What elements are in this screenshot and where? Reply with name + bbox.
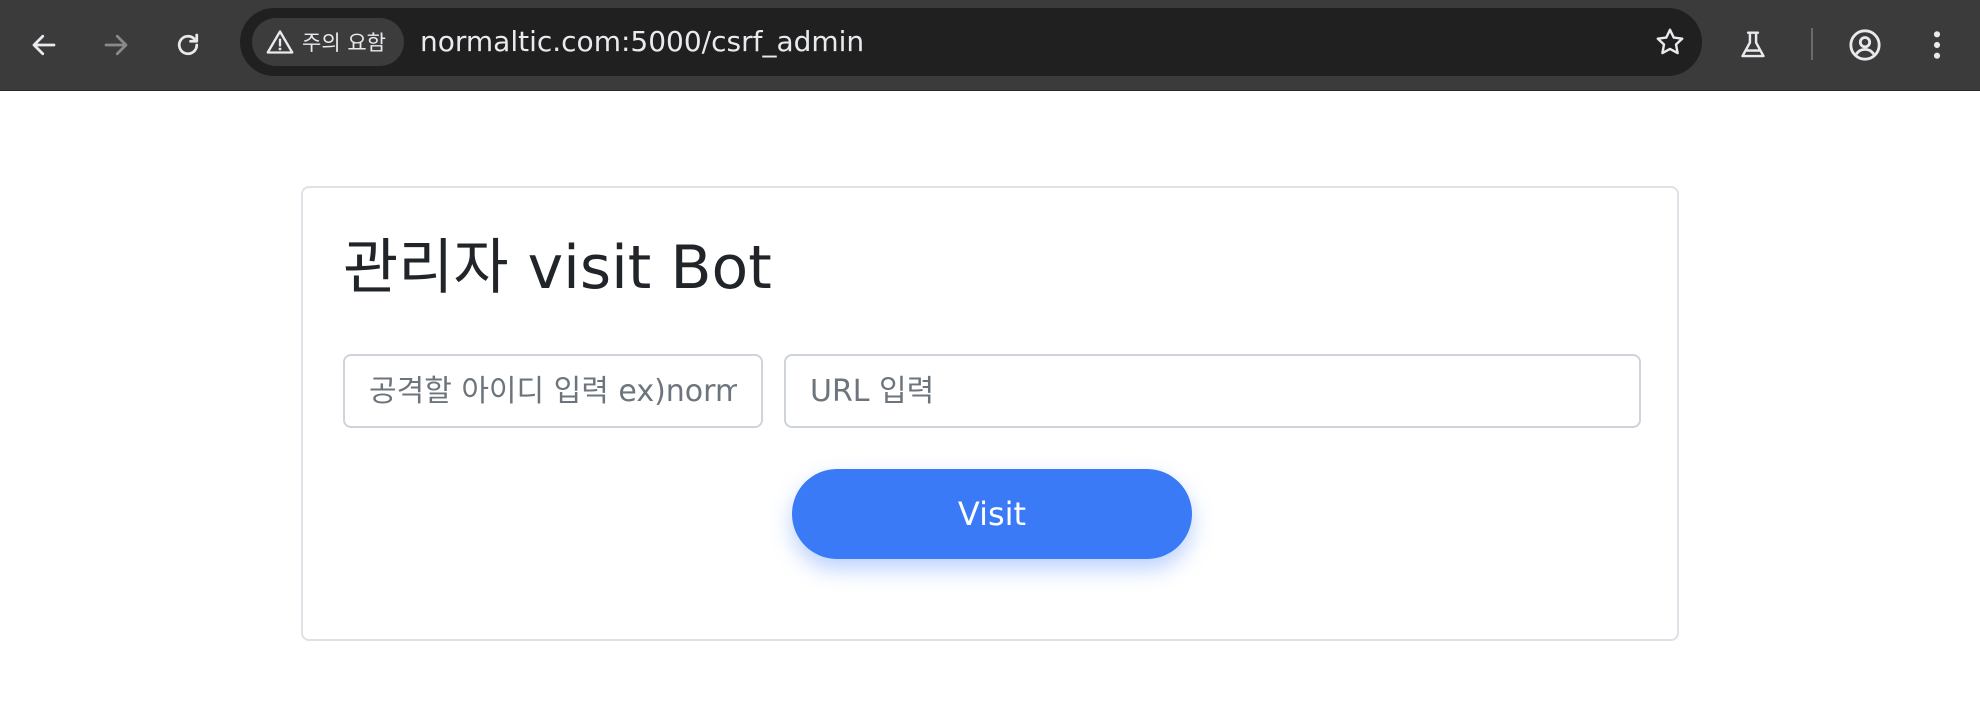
security-indicator-chip[interactable]: 주의 요함 bbox=[252, 18, 404, 66]
labs-button[interactable] bbox=[1730, 22, 1776, 68]
flask-icon bbox=[1738, 29, 1768, 61]
profile-icon bbox=[1848, 28, 1882, 62]
address-bar[interactable]: 주의 요함 normaltic.com:5000/csrf_admin bbox=[240, 8, 1702, 76]
url-input[interactable] bbox=[784, 354, 1641, 428]
url-text[interactable]: normaltic.com:5000/csrf_admin bbox=[420, 8, 864, 76]
forward-arrow-icon bbox=[101, 30, 131, 60]
visit-bot-card: 관리자 visit Bot Visit bbox=[301, 186, 1679, 641]
security-chip-label: 주의 요함 bbox=[302, 31, 386, 55]
warning-triangle-icon bbox=[266, 29, 294, 55]
visit-button[interactable]: Visit bbox=[792, 469, 1192, 559]
star-icon bbox=[1654, 26, 1686, 58]
back-button[interactable] bbox=[21, 22, 67, 68]
browser-menu-button[interactable] bbox=[1914, 22, 1960, 68]
kebab-menu-icon bbox=[1932, 29, 1942, 61]
target-id-input[interactable] bbox=[343, 354, 763, 428]
back-arrow-icon bbox=[29, 30, 59, 60]
browser-toolbar: 주의 요함 normaltic.com:5000/csrf_admin bbox=[0, 0, 1980, 91]
page-title: 관리자 visit Bot bbox=[343, 233, 772, 303]
reload-icon bbox=[173, 30, 203, 60]
toolbar-divider bbox=[1811, 28, 1813, 60]
profile-button[interactable] bbox=[1842, 22, 1888, 68]
reload-button[interactable] bbox=[165, 22, 211, 68]
forward-button[interactable] bbox=[93, 22, 139, 68]
bookmark-button[interactable] bbox=[1648, 20, 1692, 64]
